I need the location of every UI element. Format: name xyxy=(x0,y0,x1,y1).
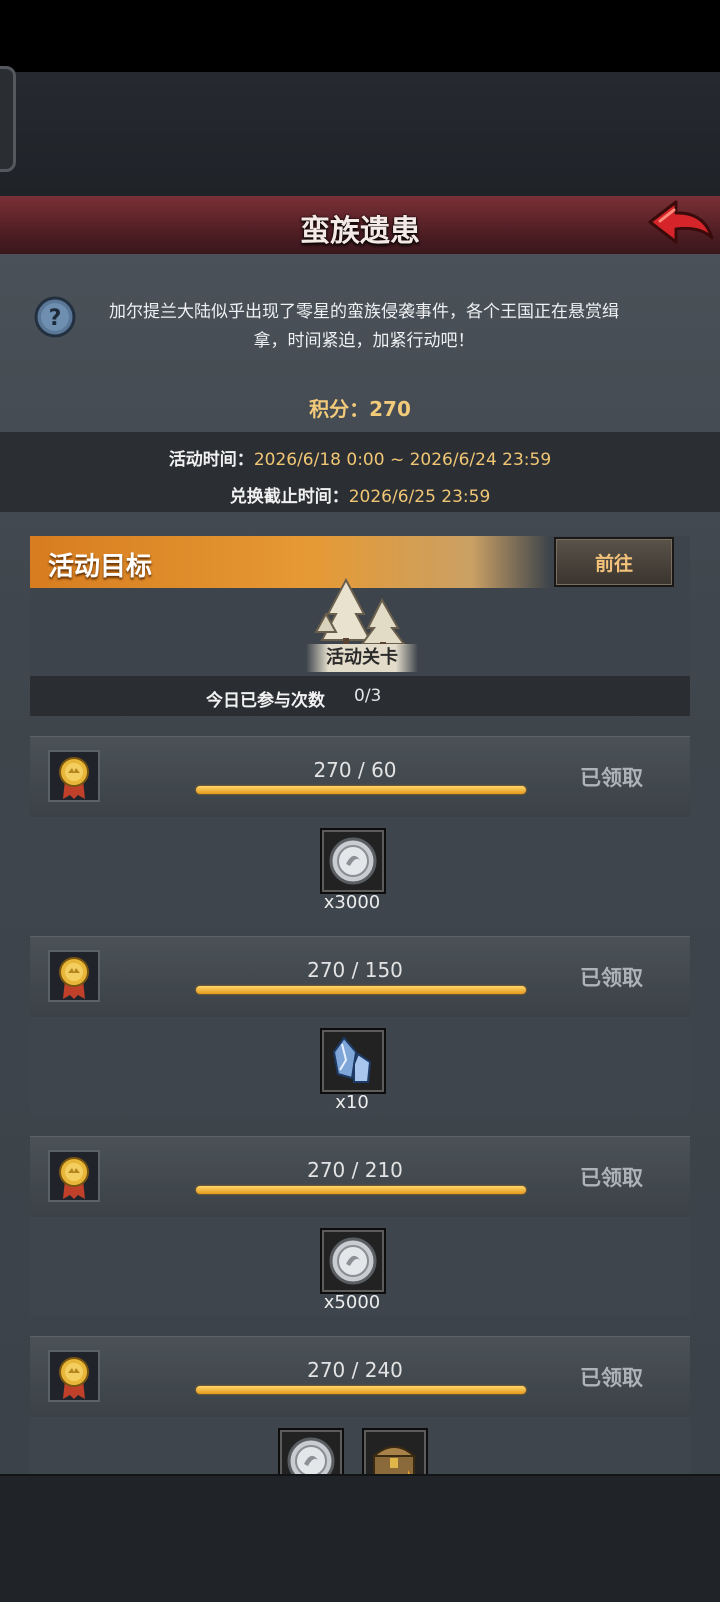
task-progress-fill xyxy=(196,1386,526,1394)
event-description: 加尔提兰大陆似乎出现了零星的蛮族侵袭事件，各个王国正在悬赏缉 拿，时间紧迫，加紧… xyxy=(84,298,644,356)
snowy-trees-stage-icon[interactable] xyxy=(306,574,418,654)
gold-medal-icon xyxy=(48,950,100,1002)
reward-item[interactable] xyxy=(320,828,386,894)
task-card: 270 / 60 已领取 x3000 xyxy=(30,736,690,916)
blue-crystal-icon xyxy=(332,1036,372,1083)
gold-medal-icon xyxy=(48,1350,100,1402)
task-progress-fill xyxy=(196,1186,526,1194)
page-title: 蛮族遗患 xyxy=(300,214,420,249)
task-progress-text: 270 / 240 xyxy=(307,1358,403,1382)
reward-quantity: x10 xyxy=(335,1092,369,1113)
reward-quantity: x5000 xyxy=(323,1292,381,1313)
stage-label: 活动关卡 xyxy=(306,644,418,672)
back-arrow-icon[interactable] xyxy=(646,198,716,248)
reward-item[interactable] xyxy=(320,1028,386,1094)
task-card: 270 / 150 已领取 x10 xyxy=(30,936,690,1116)
task-progress-text: 270 / 150 xyxy=(307,958,403,982)
reward-item[interactable] xyxy=(320,1228,386,1294)
task-progress-bar xyxy=(196,786,526,794)
activity-time-row: 活动时间：2026/6/18 0:00 ~ 2026/6/24 23:59 xyxy=(0,445,720,470)
claimed-status: 已领取 xyxy=(580,766,643,790)
task-progress-text: 270 / 210 xyxy=(307,1158,403,1182)
today-participation-label: 今日已参与次数 xyxy=(206,691,325,711)
task-progress-bar xyxy=(196,986,526,994)
score-display: 积分：270 xyxy=(0,393,720,422)
task-card: 270 / 240 已领取 xyxy=(30,1336,690,1474)
bottom-bar xyxy=(0,1474,720,1602)
task-progress-fill xyxy=(196,786,526,794)
reward-quantity: x3000 xyxy=(323,892,381,913)
title-banner: 蛮族遗患 xyxy=(0,196,720,257)
score-label: 积分： xyxy=(309,397,370,421)
today-participation-count: 0/3 xyxy=(354,686,382,706)
claimed-status: 已领取 xyxy=(580,1166,643,1190)
gold-medal-icon xyxy=(48,750,100,802)
task-progress-bar xyxy=(196,1386,526,1394)
exchange-deadline-label: 兑换截止时间： xyxy=(229,487,349,507)
silver-coin-icon xyxy=(329,837,377,885)
activity-time-label: 活动时间： xyxy=(168,450,254,470)
task-progress-bar xyxy=(196,1186,526,1194)
silver-coin-icon xyxy=(329,1237,377,1285)
treasure-chest-icon xyxy=(371,1446,417,1474)
status-bar xyxy=(0,0,720,72)
left-side-tab[interactable] xyxy=(0,66,16,172)
goal-title: 活动目标 xyxy=(48,552,153,582)
task-card: 270 / 210 已领取 x5000 xyxy=(30,1136,690,1316)
help-question-icon[interactable]: ? xyxy=(34,296,76,338)
svg-text:?: ? xyxy=(49,306,62,331)
reward-item[interactable] xyxy=(278,1428,344,1474)
task-progress-fill xyxy=(196,986,526,994)
claimed-status: 已领取 xyxy=(580,1366,643,1390)
reward-item[interactable] xyxy=(362,1428,428,1474)
upper-backdrop xyxy=(0,72,720,196)
claimed-status: 已领取 xyxy=(580,966,643,990)
task-progress-text: 270 / 60 xyxy=(313,758,397,782)
exchange-deadline-value: 2026/6/25 23:59 xyxy=(348,487,491,507)
description-line-1: 加尔提兰大陆似乎出现了零星的蛮族侵袭事件，各个王国正在悬赏缉 xyxy=(109,302,619,322)
silver-coin-icon xyxy=(287,1437,335,1474)
exchange-deadline-row: 兑换截止时间：2026/6/25 23:59 xyxy=(0,482,720,507)
gold-medal-icon xyxy=(48,1150,100,1202)
description-line-2: 拿，时间紧迫，加紧行动吧！ xyxy=(253,331,475,351)
go-button[interactable]: 前往 xyxy=(554,537,674,587)
score-value: 270 xyxy=(369,397,411,421)
activity-time-value: 2026/6/18 0:00 ~ 2026/6/24 23:59 xyxy=(253,450,552,470)
